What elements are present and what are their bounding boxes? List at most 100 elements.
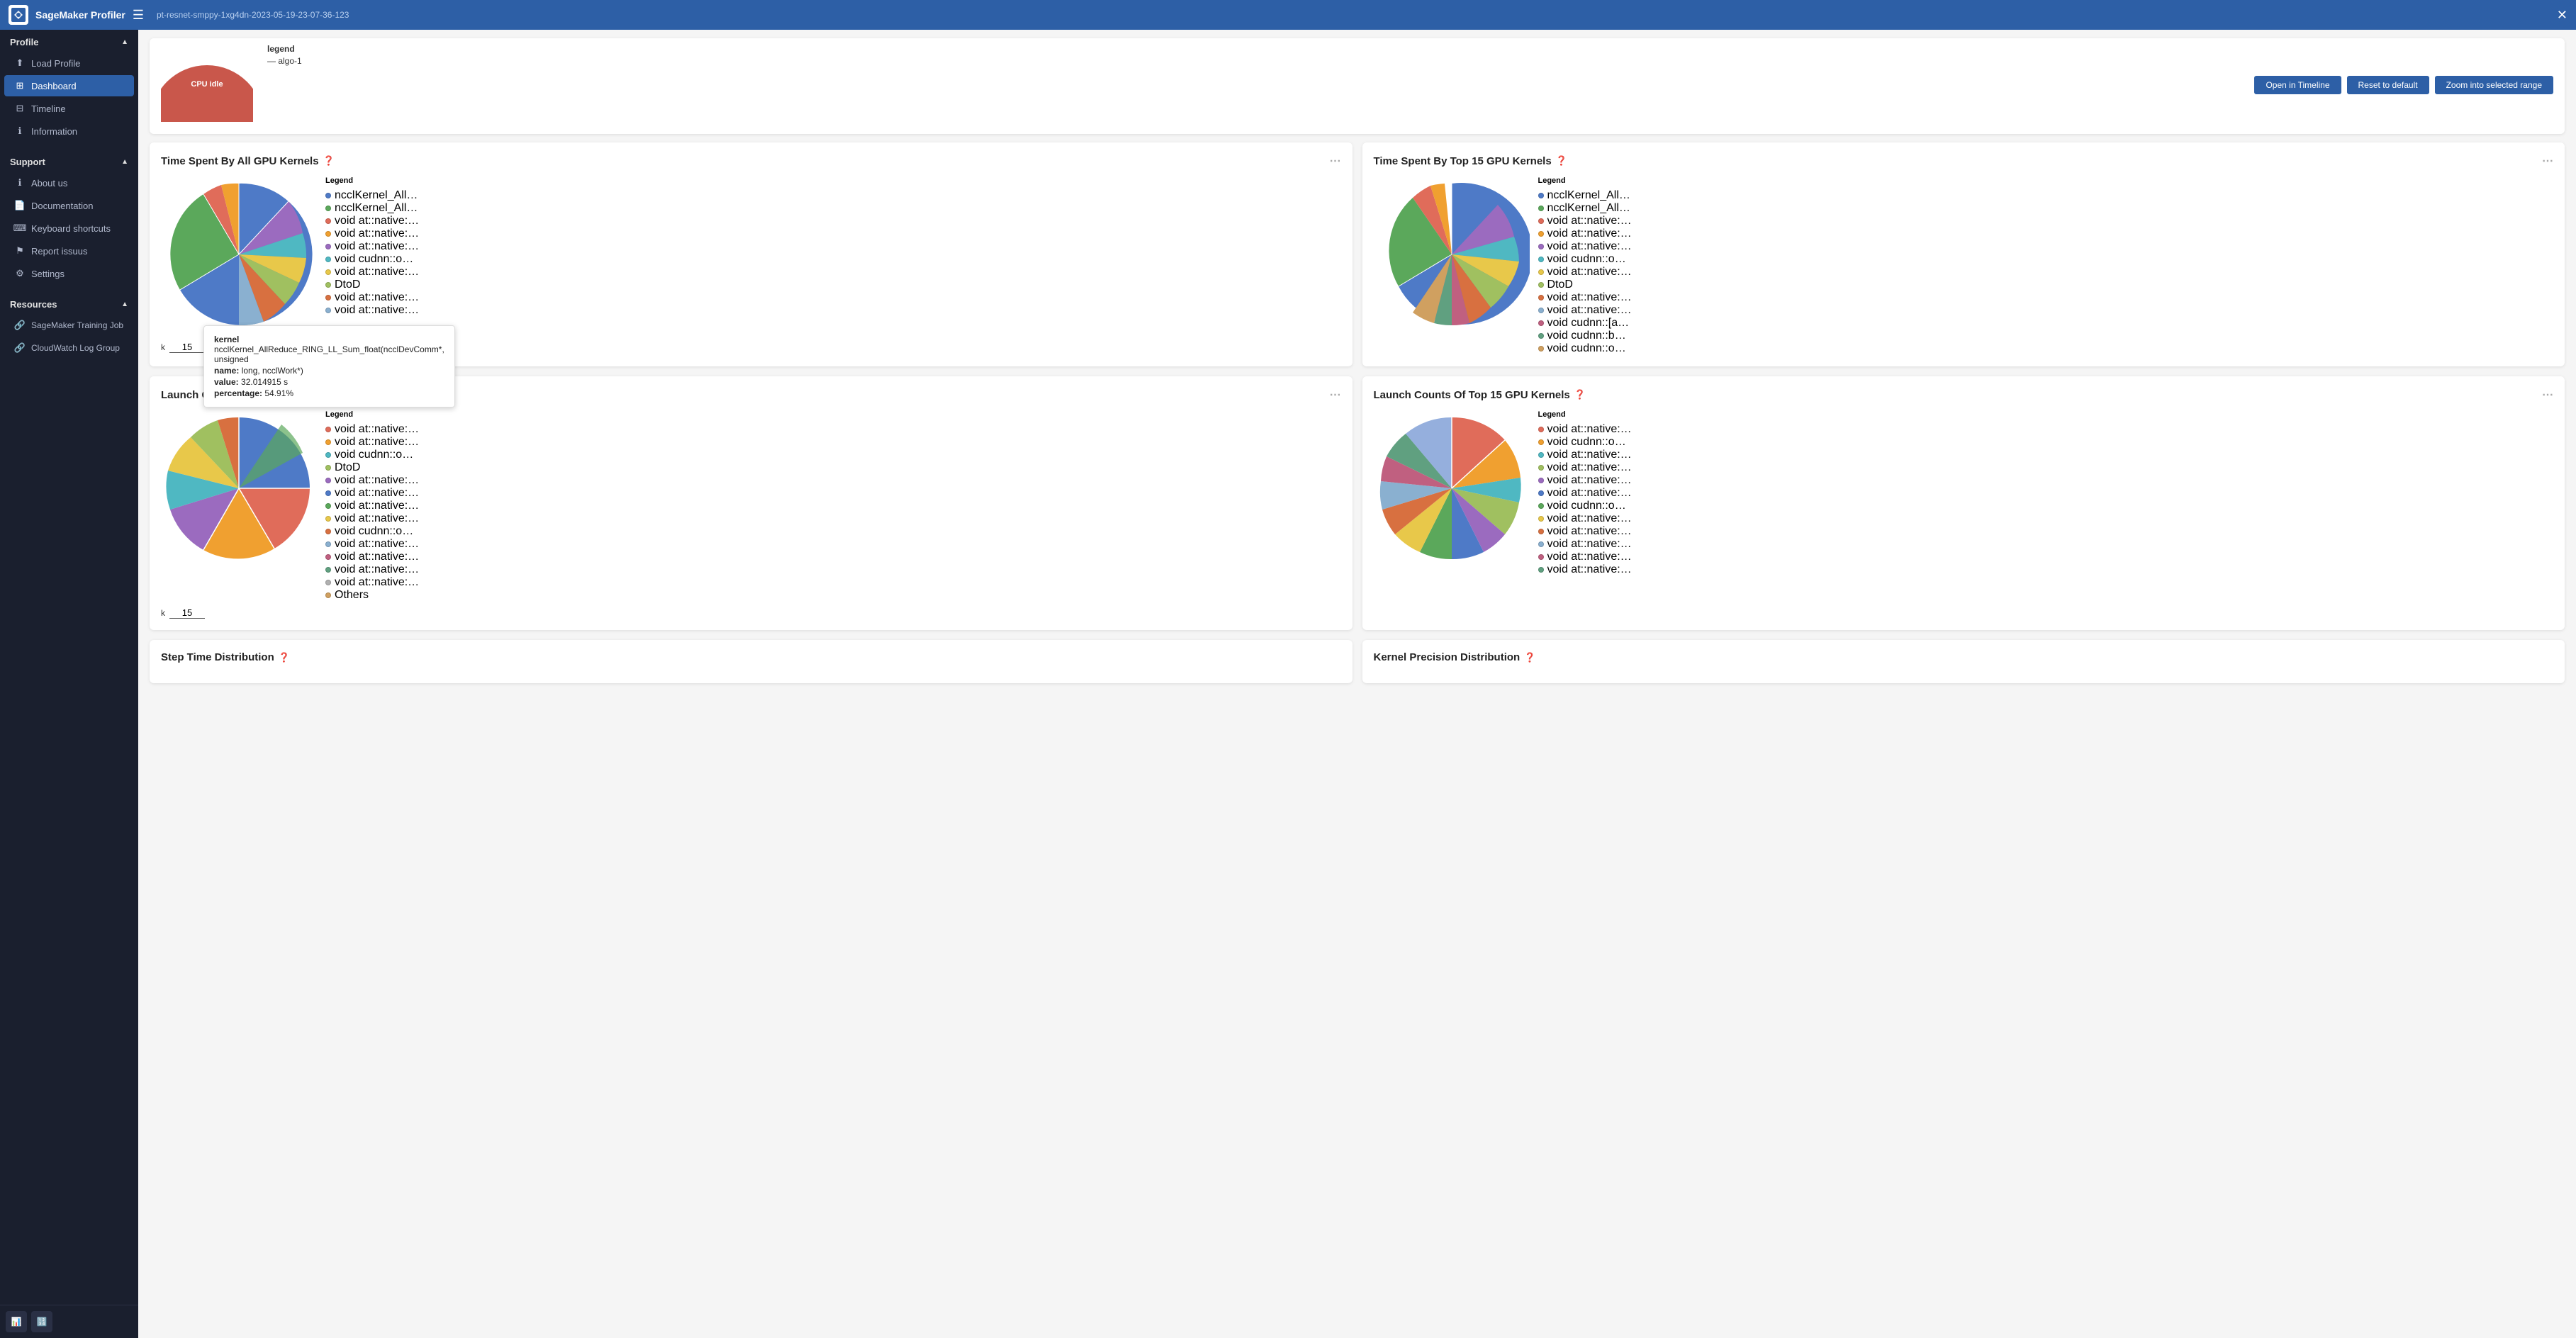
chart3-help-icon[interactable]: ❓ <box>342 389 353 400</box>
topbar: SageMaker Profiler ☰ pt-resnet-smppy-1xg… <box>0 0 2576 30</box>
legend-item: void cudnn::ops::nchwTo... <box>325 449 420 461</box>
chart4-pie <box>1374 410 1530 570</box>
chart1-more-icon[interactable]: ⋯ <box>1330 154 1341 168</box>
sidebar-item-keyboard-shortcuts[interactable]: ⌨ Keyboard shortcuts <box>4 218 134 239</box>
tooltip-name-label: name: <box>214 366 239 376</box>
chart1-title: Time Spent By All GPU Kernels ❓ ⋯ <box>161 154 1341 168</box>
chart3-title: Launch Counts Of All GPU Kernels ❓ ⋯ <box>161 388 1341 402</box>
chart3-k-input[interactable] <box>169 607 205 619</box>
timeline-icon: ⊟ <box>14 103 26 114</box>
chart4-help-icon[interactable]: ❓ <box>1574 389 1586 400</box>
legend-item: Others <box>325 589 420 602</box>
legend-item: void cudnn::ops::nhwcTo... <box>1538 500 1633 512</box>
reset-default-button[interactable]: Reset to default <box>2347 76 2429 94</box>
chart4-more-icon[interactable]: ⋯ <box>2542 388 2553 402</box>
chart2-title: Time Spent By Top 15 GPU Kernels ❓ ⋯ <box>1374 154 2554 168</box>
settings-icon: ⚙ <box>14 268 26 279</box>
sidebar-item-documentation[interactable]: 📄 Documentation <box>4 195 134 216</box>
chart-row-2: Launch Counts Of All GPU Kernels ❓ ⋯ <box>150 376 2565 630</box>
sagemaker-logo <box>9 5 28 25</box>
sidebar-bottom: 📊 🔢 <box>0 1305 138 1338</box>
legend-item: ncclKernel_AllReduce_Ri... <box>325 189 420 202</box>
profile-chevron[interactable]: ▲ <box>121 38 128 46</box>
legend-item: void cudnn::ops::nhwcTo... <box>325 525 420 538</box>
sidebar-item-about-us[interactable]: ℹ About us <box>4 172 134 193</box>
tooltip-name-value: long, ncclWork*) <box>242 366 303 376</box>
chart-kernel-precision: Kernel Precision Distribution ❓ <box>1362 640 2565 683</box>
top-legend: legend — algo-1 <box>267 44 366 66</box>
topbar-menu[interactable]: ☰ <box>133 8 144 23</box>
legend-item: void at::native::vectorize... <box>325 240 420 253</box>
information-icon: ℹ <box>14 125 26 137</box>
chart3-more-icon[interactable]: ⋯ <box>1330 388 1341 402</box>
legend-item: void at::native::vectorize... <box>325 423 420 436</box>
sidebar-item-cloudwatch[interactable]: 🔗 CloudWatch Log Group <box>4 337 134 359</box>
sidebar-item-timeline[interactable]: ⊟ Timeline <box>4 98 134 119</box>
legend-item: void at::native::vectorize... <box>325 474 420 487</box>
open-timeline-button[interactable]: Open in Timeline <box>2254 76 2341 94</box>
bottom-icon-2[interactable]: 🔢 <box>31 1311 52 1332</box>
chart-launch-top15: Launch Counts Of Top 15 GPU Kernels ❓ ⋯ <box>1362 376 2565 630</box>
top-right-panel: legend — algo-1 Open in Timeline Reset t… <box>267 44 2553 94</box>
support-chevron[interactable]: ▲ <box>121 158 128 166</box>
chart5-help-icon[interactable]: ❓ <box>279 652 290 663</box>
sidebar-item-dashboard[interactable]: ⊞ Dashboard <box>4 75 134 96</box>
legend-item: void cudnn::ops::nchwTo... <box>325 253 420 266</box>
load-profile-icon: ⬆ <box>14 57 26 69</box>
sidebar-item-sagemaker-training[interactable]: 🔗 SageMaker Training Job <box>4 315 134 336</box>
chart3-pie <box>161 410 317 570</box>
sidebar-section-resources: Resources ▲ <box>0 292 138 314</box>
chart4-title: Launch Counts Of Top 15 GPU Kernels ❓ ⋯ <box>1374 388 2554 402</box>
chart4-legend: Legend void at::native::vectorize...void… <box>1538 410 1633 576</box>
legend-item: void at::native::vectorize... <box>325 304 420 317</box>
chart4-body: Legend void at::native::vectorize...void… <box>1374 410 2554 576</box>
top-buttons-row: Open in Timeline Reset to default Zoom i… <box>2254 76 2553 94</box>
zoom-selected-button[interactable]: Zoom into selected range <box>2435 76 2553 94</box>
chart1-k-input[interactable] <box>169 342 205 353</box>
chart3-legend-items: void at::native::vectorize...void at::na… <box>325 423 420 602</box>
legend-item: ncclKernel_AllReduce_Ri... <box>325 202 420 215</box>
chart5-title: Step Time Distribution ❓ <box>161 651 1341 663</box>
sidebar-section-profile: Profile ▲ <box>0 30 138 52</box>
legend-item: void cudnn::[anonym... <box>1538 317 1633 330</box>
legend-item: void at::native::vectorize... <box>325 215 420 227</box>
chart6-help-icon[interactable]: ❓ <box>1524 652 1535 663</box>
topbar-instance: pt-resnet-smppy-1xg4dn-2023-05-19-23-07-… <box>157 10 349 20</box>
legend-item: void cudnn::bn_bw_1C1... <box>1538 330 1633 342</box>
sidebar-item-information[interactable]: ℹ Information <box>4 120 134 142</box>
chart-time-all: Time Spent By All GPU Kernels ❓ ⋯ <box>150 142 1353 366</box>
chart3-legend: Legend void at::native::vectorize...void… <box>325 410 420 602</box>
chart-launch-all: Launch Counts Of All GPU Kernels ❓ ⋯ <box>150 376 1353 630</box>
legend-item: void at::native::vectorize... <box>1538 474 1633 487</box>
legend-item: void at::native::unrolled_... <box>1538 563 1633 576</box>
legend-item: void at::native::vectorize... <box>325 500 420 512</box>
sidebar-item-settings[interactable]: ⚙ Settings <box>4 263 134 284</box>
legend-item: void at::native::vectorize... <box>1538 240 1633 253</box>
report-icon: ⚑ <box>14 245 26 257</box>
bottom-icon-1[interactable]: 📊 <box>6 1311 27 1332</box>
legend-item: void at::native::vectorize... <box>325 487 420 500</box>
legend-item: void at::native::vectorize... <box>325 551 420 563</box>
legend-item: void at::native::vectorize... <box>325 227 420 240</box>
sidebar-item-load-profile[interactable]: ⬆ Load Profile <box>4 52 134 74</box>
chart1-help-icon[interactable]: ❓ <box>323 155 335 167</box>
cloudwatch-icon: 🔗 <box>14 342 26 354</box>
resources-chevron[interactable]: ▲ <box>121 300 128 308</box>
keyboard-icon: ⌨ <box>14 223 26 234</box>
chart2-more-icon[interactable]: ⋯ <box>2542 154 2553 168</box>
legend-item: void at::native::vectorize... <box>1538 227 1633 240</box>
legend-item: void at::native::vectorize... <box>325 436 420 449</box>
legend-item: void at::native::vectorize... <box>1538 525 1633 538</box>
legend-item: void cudnn::ops::nchwTo... <box>1538 253 1633 266</box>
legend-item: DtoD <box>1538 279 1633 291</box>
chart-row-1: Time Spent By All GPU Kernels ❓ ⋯ <box>150 142 2565 366</box>
legend-item: void at::native::vectorize... <box>1538 304 1633 317</box>
legend-item: ncclKernel_AllReduce_Ri... <box>1538 189 1633 202</box>
chart2-help-icon[interactable]: ❓ <box>1556 155 1567 167</box>
legend-title: legend <box>267 44 366 54</box>
sidebar-item-report-issues[interactable]: ⚑ Report issuus <box>4 240 134 262</box>
chart1-k-row: k <box>161 342 1341 353</box>
about-icon: ℹ <box>14 177 26 189</box>
topbar-close-icon[interactable]: ✕ <box>2557 8 2567 23</box>
chart4-legend-items: void at::native::vectorize...void cudnn:… <box>1538 423 1633 576</box>
